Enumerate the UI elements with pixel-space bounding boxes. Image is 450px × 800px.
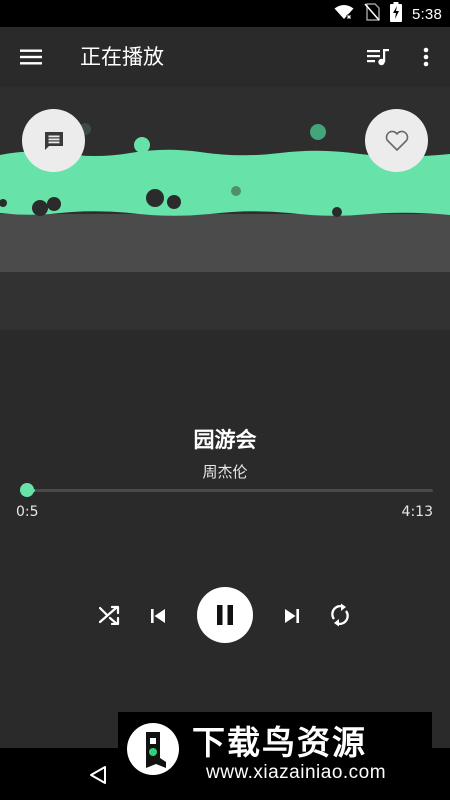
comment-icon xyxy=(44,131,63,150)
watermark: 下载鸟资源 www.xiazainiao.com xyxy=(118,712,432,790)
watermark-url: www.xiazainiao.com xyxy=(206,762,387,783)
skip-previous-icon xyxy=(151,609,165,623)
play-pause-button[interactable] xyxy=(197,587,253,643)
repeat-button[interactable] xyxy=(327,601,353,629)
back-icon xyxy=(90,766,106,784)
page-title: 正在播放 xyxy=(80,45,164,69)
battery-charging-icon xyxy=(390,2,402,26)
watermark-title: 下载鸟资源 xyxy=(192,723,367,762)
menu-icon xyxy=(20,49,42,65)
song-title: 园游会 xyxy=(193,428,257,452)
pause-icon xyxy=(217,605,233,625)
watermark-logo-icon xyxy=(127,723,179,775)
time-current: 0:5 xyxy=(16,504,39,520)
shuffle-icon xyxy=(99,605,120,625)
more-vert-icon xyxy=(423,47,429,67)
progress-thumb[interactable] xyxy=(20,483,34,497)
queue-button[interactable] xyxy=(364,43,394,71)
queue-music-icon xyxy=(367,49,389,66)
next-button[interactable] xyxy=(280,604,304,628)
heart-outline-icon xyxy=(385,130,408,151)
favorite-button[interactable] xyxy=(365,109,428,172)
status-time: 5:38 xyxy=(412,5,442,23)
back-button[interactable] xyxy=(85,762,111,788)
previous-button[interactable] xyxy=(146,604,170,628)
time-total: 4:13 xyxy=(401,504,433,520)
comment-button[interactable] xyxy=(22,109,85,172)
no-sim-icon xyxy=(364,3,380,25)
status-icons: 5:38 xyxy=(334,2,442,26)
song-artist: 周杰伦 xyxy=(202,463,248,481)
shuffle-button[interactable] xyxy=(97,602,123,628)
skip-next-icon xyxy=(285,609,299,623)
toolbar: 正在播放 xyxy=(0,27,450,87)
repeat-icon xyxy=(331,603,349,627)
menu-button[interactable] xyxy=(16,43,46,71)
progress-bar[interactable] xyxy=(27,489,433,492)
wifi-icon xyxy=(334,4,354,24)
audio-visualizer xyxy=(0,87,450,330)
status-bar: 5:38 xyxy=(0,0,450,27)
more-options-button[interactable] xyxy=(412,43,440,71)
